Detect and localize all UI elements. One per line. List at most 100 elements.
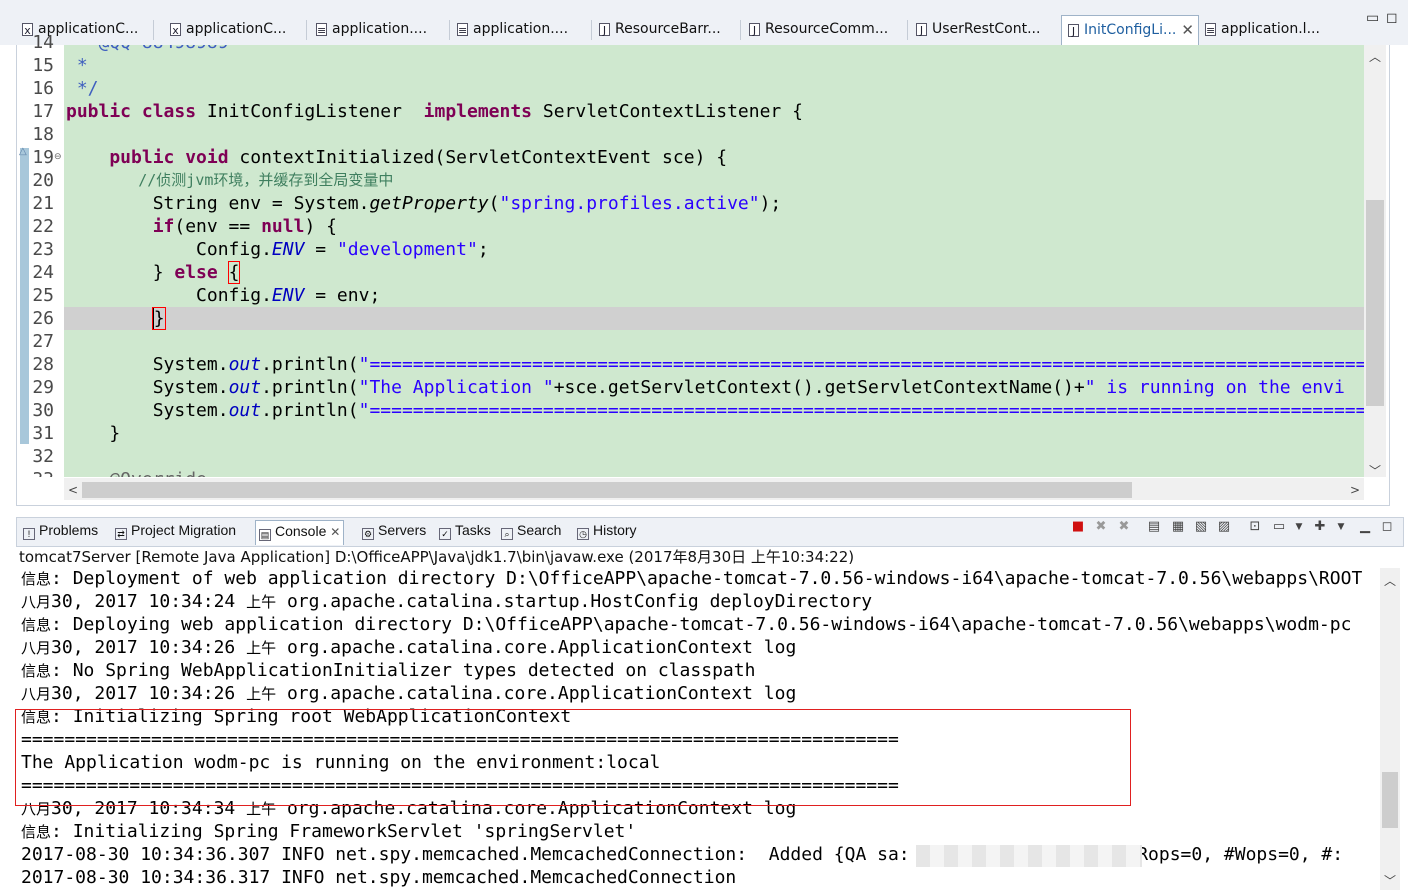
tab-label: Tasks [455,522,491,538]
tab-label: InitConfigLi... [1084,22,1177,38]
minimize-icon[interactable]: ▭ [1366,10,1379,26]
tab-problems[interactable]: ! Problems [23,522,98,544]
java-file-icon: J [1068,24,1079,38]
console-vertical-scrollbar[interactable] [1380,568,1400,890]
editor-tab[interactable]: J ResourceBarr... [599,17,729,44]
line-number: 24 [32,262,54,283]
scroll-left-icon[interactable]: < [68,483,78,497]
line-number: 30 [32,400,54,421]
highlight-box [15,709,1131,806]
scroll-down-icon[interactable]: ﹀ [1369,462,1381,479]
close-icon[interactable]: ✕ [330,525,340,539]
editor-tab[interactable]: J ResourceComm... [749,17,901,44]
open-console-icon[interactable]: ✚ [1313,520,1327,534]
line-number: 33 [30,468,54,477]
remove-launch-icon[interactable]: ✖ [1094,520,1108,534]
tab-label: Search [517,522,562,538]
code-line: * @QQ 88498989 [66,45,229,54]
tab-console[interactable]: ▤ Console ✕ [255,520,345,545]
line-number: 28 [32,354,54,375]
tab-history[interactable]: ◷ History [577,522,637,544]
console-line: 信息: Initializing Spring FrameworkServlet… [21,821,637,842]
code-line: System.out.println("====================… [66,354,1364,375]
editor-tab[interactable]: J UserRestCont... [916,17,1054,44]
tab-tasks[interactable]: ✓ Tasks [439,522,491,544]
scroll-right-icon[interactable]: > [1350,483,1360,497]
console-line: 八月30, 2017 10:34:24 上午 org.apache.catali… [21,591,873,612]
line-number: 31 [32,423,54,444]
code-line: public class InitConfigListener implemen… [66,101,803,122]
code-line: if(env == null) { [66,216,337,237]
pin-console-icon[interactable]: ⊡ [1248,520,1262,534]
tab-label: Project Migration [131,522,237,538]
tab-project-migration[interactable]: ⇄ Project Migration [115,522,236,544]
tab-servers[interactable]: ⚙ Servers [362,522,426,544]
line-number: 21 [32,193,54,214]
editor-tab[interactable]: ≡ application.... [457,17,587,44]
tab-label: application.... [332,21,428,37]
line-number: 14 [32,32,54,53]
code-line: } [66,423,121,444]
chevron-down-icon[interactable]: ▼ [1292,520,1306,534]
console-title: tomcat7Server [Remote Java Application] … [19,548,855,566]
tab-label: Servers [378,522,427,538]
chevron-down-icon[interactable]: ▼ [1334,520,1348,534]
tab-label: application.l... [1221,21,1320,37]
line-number: 29 [32,377,54,398]
line-number: 19 [32,147,54,168]
redacted-region [916,845,1142,867]
console-vertical-scroll-thumb[interactable] [1382,772,1398,828]
maximize-icon[interactable]: ◻ [1386,10,1398,26]
code-comment: //侦测jvm环境，并缓存到全局变量中 [66,171,394,189]
editor-tab[interactable]: ≡ application.... [316,17,446,44]
tasks-icon: ✓ [439,528,451,540]
code-line: } [66,307,166,330]
terminate-icon[interactable]: ■ [1071,520,1085,534]
display-console-icon[interactable]: ▭ [1272,520,1286,534]
line-number: 25 [32,285,54,306]
properties-file-icon: ≡ [457,23,468,37]
remove-all-terminated-icon[interactable]: ✖ [1117,520,1131,534]
xml-file-icon: x [170,23,181,37]
close-icon[interactable]: ✕ [1181,21,1194,39]
code-line: System.out.println("The Application "+sc… [66,377,1345,398]
code-line: */ [66,78,99,99]
console-line: 信息: No Spring WebApplicationInitializer … [21,660,756,681]
editor-vertical-scroll-thumb[interactable] [1366,200,1384,406]
tab-label: History [593,522,637,538]
editor-tab-active[interactable]: J InitConfigLi... ✕ [1061,15,1199,46]
line-number: 18 [32,124,54,145]
override-marker-icon: △ [19,146,27,157]
tab-label: ResourceBarr... [615,21,721,37]
code-text-layer: * @QQ 88498989 * */ public class InitCon… [64,45,1364,477]
line-number: 17 [32,101,54,122]
fold-collapse-icon[interactable]: ⊖ [54,152,62,162]
editor-horizontal-scroll-thumb[interactable] [82,482,1132,498]
java-file-icon: J [599,23,610,37]
scroll-up-icon[interactable]: ︿ [1384,572,1396,589]
editor-tab[interactable]: x applicationC... [170,17,302,44]
maximize-icon[interactable]: ◻ [1380,520,1394,534]
console-line: 八月30, 2017 10:34:26 上午 org.apache.catali… [21,683,797,704]
java-file-icon: J [916,23,927,37]
line-number: 20 [32,170,54,191]
word-wrap-icon[interactable]: ▧ [1194,520,1208,534]
line-number: 15 [32,55,54,76]
code-annotation: @Override [66,468,207,477]
search-icon: ⌕ [501,528,513,540]
code-line: } else { [66,261,241,284]
tab-search[interactable]: ⌕ Search [501,522,561,544]
show-on-output-icon[interactable]: ▨ [1217,520,1231,534]
scroll-lock-icon[interactable]: ▦ [1171,520,1185,534]
history-icon: ◷ [577,528,589,540]
scroll-up-icon[interactable]: ︿ [1369,48,1381,65]
editor-tab[interactable]: ≡ application.l... [1205,17,1325,44]
migration-icon: ⇄ [115,528,127,540]
code-line: System.out.println("====================… [66,400,1364,421]
console-line: 2017-08-30 10:34:36.317 INFO net.spy.mem… [21,867,737,888]
clear-console-icon[interactable]: ▤ [1147,520,1161,534]
code-line: public void contextInitialized(ServletCo… [66,147,728,168]
scroll-down-icon[interactable]: ﹀ [1384,872,1396,889]
line-number: 32 [32,446,54,467]
minimize-icon[interactable]: ▁ [1358,520,1372,534]
